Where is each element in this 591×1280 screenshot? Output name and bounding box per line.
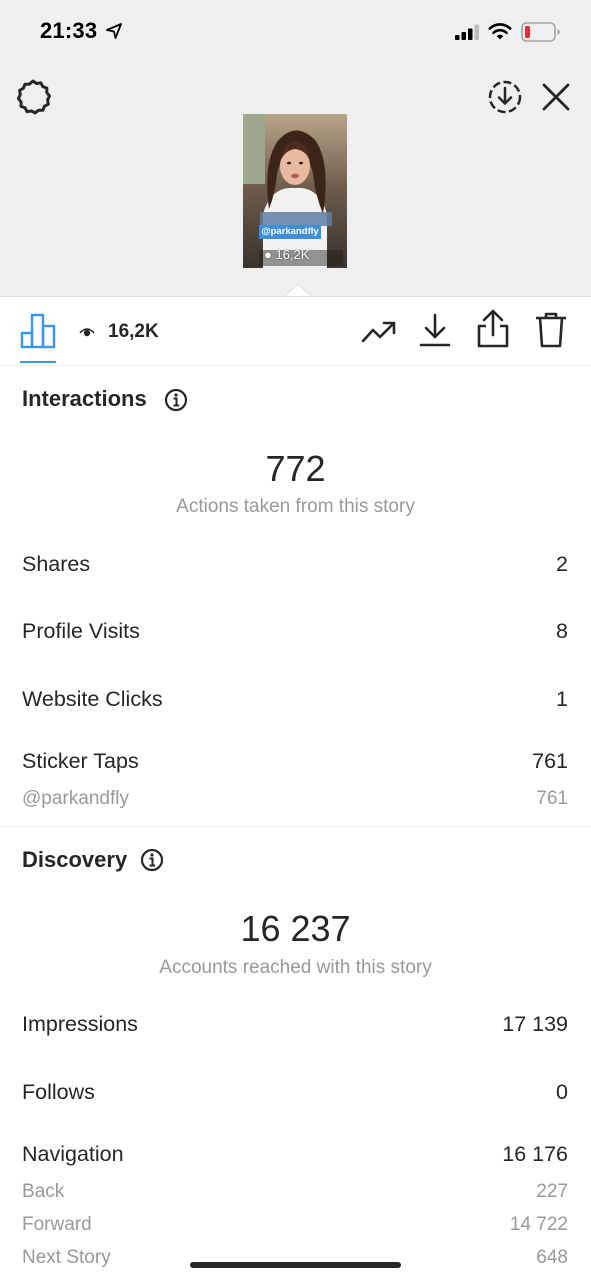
save-story-button[interactable] [486,78,524,116]
trash-icon [536,312,566,348]
download-icon [419,313,451,347]
interactions-title: Interactions [22,386,147,411]
selection-caret [284,283,312,297]
wifi-icon [488,21,512,46]
sub-row-label: Forward [22,1214,92,1235]
story-thumbnail[interactable] [243,114,347,268]
tab-insights[interactable] [20,313,58,349]
battery-icon [521,22,561,47]
row-value: 761 [532,749,568,773]
row-label: Profile Visits [22,619,140,643]
promote-button[interactable] [360,313,398,349]
navigation-forward-row: Forward 14 722 [22,1214,568,1240]
story-mention-tag: @parkandfly [259,225,321,239]
sticker-sub-row: @parkandfly 761 [22,788,568,814]
story-toolbar: 16,2K [0,296,591,366]
info-icon[interactable] [140,848,164,872]
settings-button[interactable] [14,78,52,116]
navigation-row: Navigation 16 176 [22,1142,568,1172]
row-label: Follows [22,1080,95,1104]
header-area: 21:33 @parkandfly ● 16,2K [0,0,591,297]
interactions-total: 772 [265,448,326,489]
row-label: Sticker Taps [22,749,139,773]
views-count: 16,2K [108,321,159,342]
share-icon [477,309,509,348]
trend-icon [361,321,396,343]
story-thumbnail-image [243,114,347,268]
sub-row-value: 648 [536,1247,568,1268]
row-value: 17 139 [502,1012,568,1036]
close-button[interactable] [540,80,572,114]
sub-row-value: 761 [536,788,568,809]
section-divider [0,826,591,827]
sub-row-label: Back [22,1181,65,1202]
story-thumbnail-views: ● 16,2K [264,247,328,263]
row-value: 16 176 [502,1142,568,1166]
row-label: Navigation [22,1142,124,1166]
discovery-caption: Accounts reached with this story [159,957,432,978]
settings-icon [16,79,51,115]
website-clicks-row: Website Clicks 1 [22,687,568,717]
row-label: Impressions [22,1012,138,1036]
eye-icon: ● [264,247,276,262]
info-icon[interactable] [164,388,188,412]
impressions-row: Impressions 17 139 [22,1012,568,1042]
row-label: Shares [22,552,91,576]
share-button[interactable] [475,309,511,349]
discovery-title: Discovery [22,847,128,872]
download-button[interactable] [418,311,452,349]
sub-row-value: 14 722 [509,1214,568,1235]
status-time: 21:33 [40,18,98,43]
discovery-total: 16 237 [240,908,351,949]
row-value: 8 [556,619,568,643]
sub-row-value: 227 [536,1181,568,1202]
navigation-back-row: Back 227 [22,1181,568,1207]
row-label: Website Clicks [22,687,163,711]
location-arrow-icon [106,23,122,44]
tab-indicator [20,361,56,363]
shares-row: Shares 2 [22,552,568,582]
home-indicator[interactable] [190,1262,401,1268]
follows-row: Follows 0 [22,1080,568,1110]
story-thumbnail-views-count: 16,2K [275,247,310,262]
navigation-next-story-row: Next Story 648 [22,1247,568,1273]
row-value: 0 [556,1080,568,1104]
download-circle-icon [488,80,522,114]
row-value: 1 [556,687,568,711]
sub-row-label: @parkandfly [22,788,129,809]
delete-button[interactable] [533,311,569,349]
signal-icon [455,24,481,45]
sticker-taps-row: Sticker Taps 761 [22,749,568,779]
eye-icon [79,325,95,343]
sub-row-label: Next Story [22,1247,111,1268]
interactions-caption: Actions taken from this story [176,496,415,517]
status-bar: 21:33 [0,0,591,64]
row-value: 2 [556,552,568,576]
close-icon [542,83,570,111]
bar-chart-icon [20,313,56,349]
profile-visits-row: Profile Visits 8 [22,619,568,649]
